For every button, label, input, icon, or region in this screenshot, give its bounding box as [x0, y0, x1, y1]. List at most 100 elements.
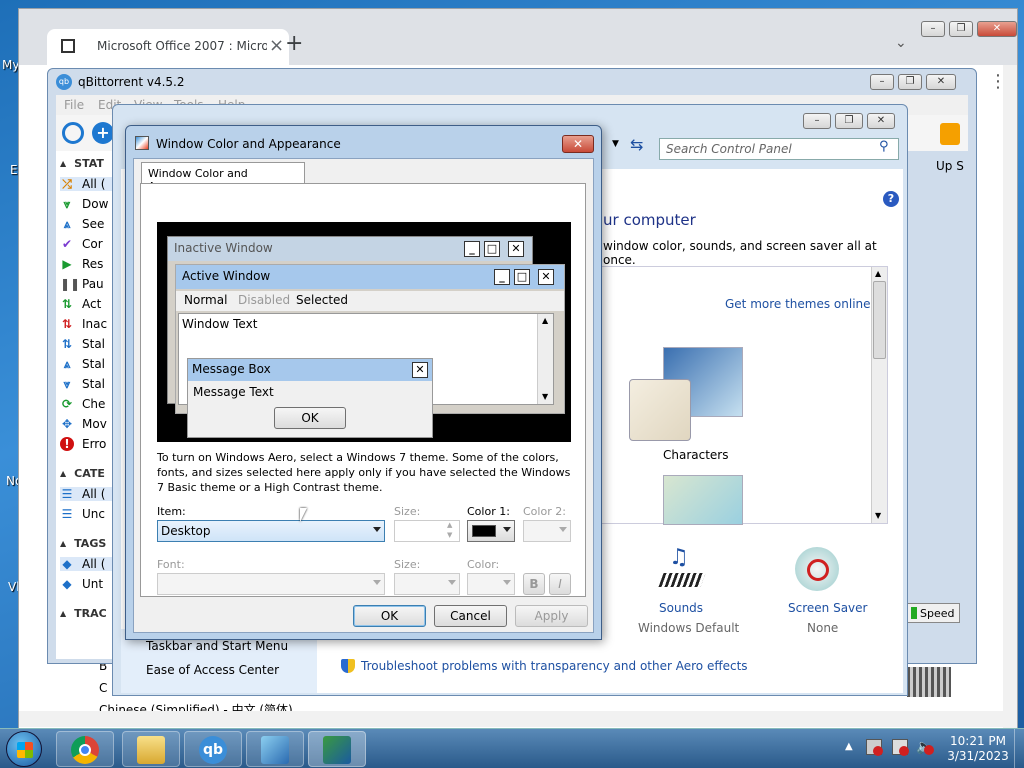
windows-logo-icon — [17, 742, 33, 758]
start-button[interactable] — [6, 731, 42, 767]
dropdown-arrow-icon[interactable]: ▼ — [612, 139, 619, 149]
screensaver-value: None — [807, 621, 839, 635]
column-header[interactable]: Up S — [936, 159, 964, 173]
menu-file[interactable]: File — [64, 98, 84, 112]
add-link-icon[interactable] — [62, 122, 84, 144]
font-select[interactable] — [157, 573, 385, 595]
show-hidden-icons[interactable]: ▲ — [845, 741, 853, 752]
close-button[interactable]: ✕ — [867, 113, 895, 129]
taskbar-control-panel[interactable] — [246, 731, 304, 767]
minimize-button[interactable]: – — [870, 74, 894, 90]
message-box-title: Message Box — [188, 359, 432, 381]
search-icon[interactable]: ⚲ — [879, 139, 889, 154]
appearance-preview[interactable]: Inactive Window _ □ ✕ Active Window _ □ … — [157, 222, 571, 442]
new-tab-button[interactable]: + — [285, 31, 303, 56]
taskbar-explorer[interactable] — [122, 731, 180, 767]
maximize-button[interactable]: ❐ — [949, 21, 973, 37]
close-button[interactable]: ✕ — [562, 135, 594, 153]
browser-tab[interactable]: Microsoft Office 2007 : Microsoft × — [47, 29, 289, 65]
title-bar[interactable]: qb qBittorrent v4.5.2 – ❐ ✕ — [48, 69, 976, 95]
stepper-down-icon[interactable]: ▼ — [447, 531, 452, 539]
speed-icon — [911, 607, 917, 619]
maximize-button[interactable]: ❐ — [835, 113, 863, 129]
keyboard-icon — [658, 573, 706, 587]
theme-thumbnail-stack — [663, 475, 743, 525]
tag-icon: ◆ — [62, 557, 72, 571]
color1-label: Color 1: — [467, 505, 510, 518]
taskbar-chrome[interactable] — [56, 731, 114, 767]
scrollbar[interactable] — [1003, 65, 1017, 729]
search-input[interactable]: Search Control Panel — [659, 138, 899, 160]
font-color-picker[interactable] — [467, 573, 515, 595]
system-clock[interactable]: 10:21 PM 3/31/2023 — [938, 734, 1018, 764]
italic-button[interactable]: I — [549, 573, 571, 595]
sounds-link[interactable]: Sounds — [659, 601, 703, 615]
network-icon[interactable] — [866, 739, 883, 756]
dropdown-arrow-icon — [503, 580, 511, 585]
scroll-down-icon[interactable]: ▼ — [875, 511, 881, 520]
page-text: C — [99, 681, 108, 695]
font-color-label: Color: — [467, 558, 500, 571]
list-icon: ☰ — [61, 487, 73, 501]
speed-button[interactable]: Speed — [906, 603, 960, 623]
dropdown-arrow-icon — [373, 527, 381, 532]
ok-button[interactable]: OK — [353, 605, 426, 627]
help-icon[interactable]: ? — [883, 191, 899, 207]
warning-icon — [873, 746, 883, 756]
move-icon: ✥ — [61, 417, 73, 431]
scroll-up-icon[interactable]: ▲ — [875, 269, 881, 278]
close-icon[interactable]: × — [269, 35, 284, 56]
tab-window-color[interactable]: Window Color and Appearance — [141, 162, 305, 193]
scroll-thumb[interactable] — [873, 281, 886, 359]
volume-icon[interactable]: 🔈 — [916, 739, 934, 755]
cancel-button[interactable]: Cancel — [434, 605, 507, 627]
flag-icon[interactable] — [892, 739, 909, 756]
refresh-icon[interactable]: ⇆ — [630, 135, 643, 154]
font-size-select[interactable] — [394, 573, 460, 595]
sounds-icon[interactable]: ♫ — [657, 545, 707, 591]
dropdown-arrow-icon — [448, 580, 456, 585]
taskbar-qbittorrent[interactable]: qb — [184, 731, 242, 767]
stepper-up-icon[interactable]: ▲ — [447, 521, 452, 529]
minimize-button[interactable]: – — [803, 113, 831, 129]
message-text: Message Text — [193, 385, 274, 399]
show-desktop-button[interactable] — [1014, 729, 1024, 768]
taskbar-personalization[interactable] — [308, 731, 366, 767]
window-color-dialog: Window Color and Appearance ✕ Window Col… — [125, 125, 602, 640]
minimize-icon: _ — [464, 241, 480, 257]
close-button[interactable]: ✕ — [977, 21, 1017, 37]
maximize-button[interactable]: ❐ — [898, 74, 922, 90]
taskbar-link[interactable]: Taskbar and Start Menu — [146, 639, 288, 653]
add-torrent-icon[interactable]: + — [92, 122, 114, 144]
get-more-themes-link[interactable]: Get more themes online — [725, 297, 871, 311]
desktop-icon-label[interactable]: My — [2, 58, 19, 72]
minimize-button[interactable]: – — [921, 21, 945, 37]
bold-button[interactable]: B — [523, 573, 545, 595]
apply-button[interactable]: Apply — [515, 605, 588, 627]
close-icon: ✕ — [412, 362, 428, 378]
troubleshoot-link[interactable]: Troubleshoot problems with transparency … — [361, 659, 748, 673]
theme-characters[interactable] — [629, 379, 691, 441]
shuffle-icon: ⤮ — [62, 177, 72, 191]
updown-icon: ⇅ — [61, 317, 73, 331]
ease-of-access-link[interactable]: Ease of Access Center — [146, 663, 279, 677]
themes-scrollbar[interactable]: ▲ ▼ — [871, 267, 887, 523]
shield-icon — [341, 659, 355, 673]
size-stepper[interactable]: ▲ ▼ — [394, 520, 460, 542]
close-button[interactable]: ✕ — [926, 74, 956, 90]
item-select-value: Desktop — [161, 524, 211, 538]
chevron-down-icon[interactable]: ⌄ — [895, 35, 907, 51]
screensaver-icon[interactable] — [795, 547, 839, 591]
item-select[interactable]: Desktop — [157, 520, 385, 542]
inactive-title-text: Inactive Window — [174, 241, 273, 255]
sounds-value: Windows Default — [638, 621, 740, 635]
horizontal-scrollbar[interactable] — [19, 711, 1003, 727]
window-text: Window Text — [182, 317, 258, 331]
font-label: Font: — [157, 558, 185, 571]
tab-title: Microsoft Office 2007 : Microsoft — [97, 39, 267, 53]
pause-icon: ❚❚ — [60, 277, 81, 291]
color1-picker[interactable] — [467, 520, 515, 542]
color2-picker[interactable] — [523, 520, 571, 542]
lock-icon[interactable] — [940, 123, 960, 145]
screensaver-link[interactable]: Screen Saver — [788, 601, 867, 615]
